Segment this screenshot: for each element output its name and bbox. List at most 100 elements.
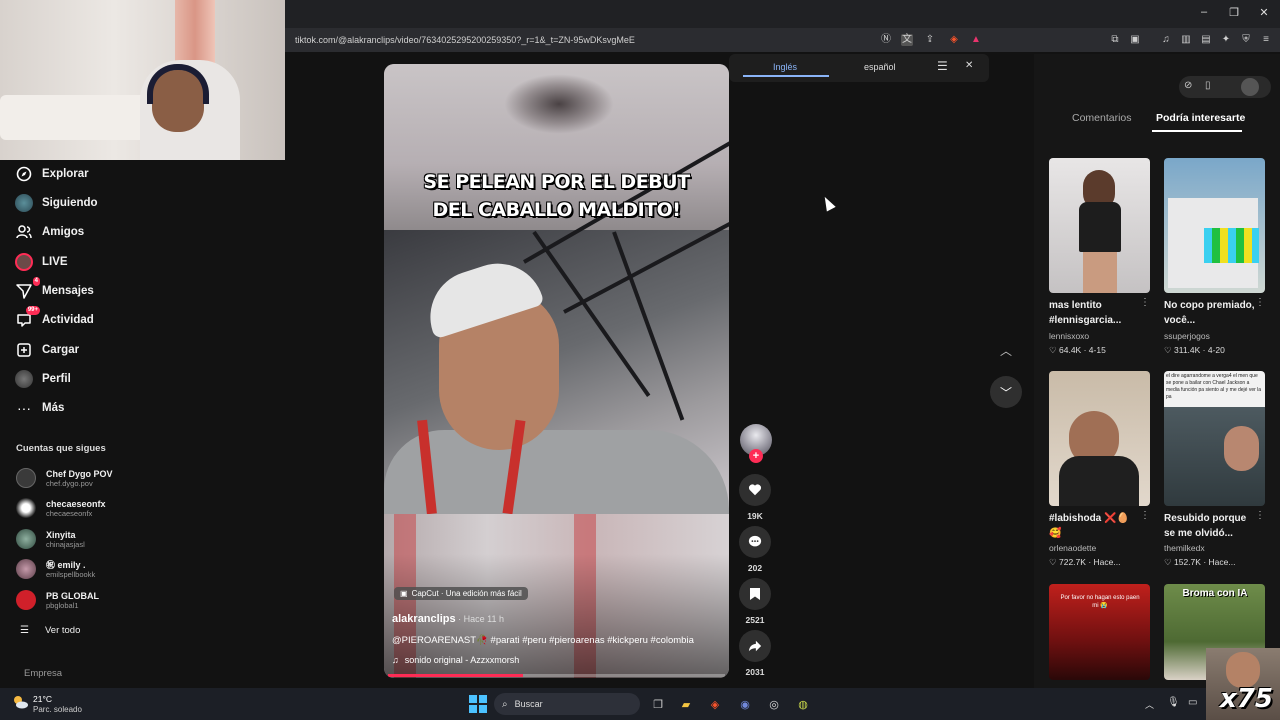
share-icon[interactable]: ⇪ (924, 34, 936, 46)
sidebar-item-label: Explorar (42, 168, 89, 180)
more-options-icon[interactable]: ⋮ (1140, 297, 1150, 308)
account-handle: chinajasjasl (46, 539, 85, 549)
sidebar-toggle-icon[interactable]: ▥ (1180, 34, 1192, 46)
recommendation-thumbnail[interactable]: el dire agarrandome a verga4 el men que … (1164, 371, 1265, 506)
followed-account[interactable]: ㊗ emily . emilspellbookk (16, 559, 95, 579)
sidebar-item-explorar[interactable]: Explorar (14, 163, 89, 185)
footer-empresa-link[interactable]: Empresa (24, 668, 62, 679)
tab-podria-interesarte[interactable]: Podría interesarte (1156, 112, 1245, 124)
sidebar-item-mas[interactable]: ··· Más (14, 397, 64, 419)
video-frame (384, 130, 729, 520)
weather-icon[interactable] (10, 692, 30, 712)
close-icon[interactable]: ✕ (965, 60, 973, 71)
share-action[interactable]: 2031 (739, 630, 771, 677)
comment-icon[interactable] (739, 526, 771, 558)
messages-icon: 4 (14, 277, 40, 301)
wallet-icon[interactable]: ▤ (1200, 34, 1212, 46)
minimize-icon[interactable]: – (1196, 6, 1212, 18)
rewards-icon[interactable]: ▲ (970, 34, 982, 46)
music-link[interactable]: ♫ sonido original - Azzxxmorsh (392, 655, 519, 665)
video-player[interactable]: SE PELEAN POR EL DEBUT DEL CABALLO MALDI… (384, 64, 729, 678)
heart-icon[interactable] (739, 474, 771, 506)
recommendation-user[interactable]: orlenaodette (1049, 543, 1096, 553)
weather-description: Parc. soleado (33, 705, 82, 714)
video-progress-fill (388, 674, 523, 677)
recommendation-title[interactable]: No copo premiado, você... (1164, 298, 1259, 328)
recommendation-thumbnail[interactable] (1049, 371, 1150, 506)
sidebar-item-amigos[interactable]: Amigos (14, 221, 84, 243)
sidebar-item-label: Siguiendo (42, 197, 98, 209)
sidebar-item-live[interactable]: LIVE (14, 251, 68, 273)
account-name: ㊗ emily . (46, 559, 86, 570)
maximize-icon[interactable]: ❐ (1226, 6, 1242, 19)
reader-icon[interactable]: Ⓝ (880, 34, 892, 46)
sidebar-item-actividad[interactable]: 99+ Actividad (14, 306, 94, 331)
video-progress-bar[interactable] (388, 674, 725, 677)
share-arrow-icon[interactable] (739, 630, 771, 662)
more-options-icon[interactable]: ⋮ (1140, 510, 1150, 521)
discord-icon[interactable]: ◉ (735, 694, 755, 714)
sidebar-item-siguiendo[interactable]: Siguiendo (14, 192, 98, 214)
sidebar-item-perfil[interactable]: Perfil (14, 368, 71, 390)
app-icon[interactable]: ◍ (793, 694, 813, 714)
sidebar-item-mensajes[interactable]: 4 Mensajes (14, 277, 94, 302)
like-action[interactable]: 19K (739, 474, 771, 521)
extensions-icon[interactable]: ⧉ (1109, 34, 1121, 46)
file-explorer-icon[interactable]: ▰ (676, 694, 696, 714)
close-icon[interactable]: ✕ (1256, 6, 1272, 19)
active-tab-indicator (743, 75, 829, 77)
recommendation-user[interactable]: ssuperjogos (1164, 331, 1210, 341)
recommendation-title[interactable]: mas lentito #lennisgarcia... (1049, 298, 1144, 328)
device-icon[interactable]: ▯ (1205, 80, 1211, 91)
recommendation-thumbnail[interactable]: Por favor no hagan esto paen mi 😭 (1049, 584, 1150, 680)
followed-account[interactable]: Xinyita chinajasjasl (16, 529, 85, 549)
bookmark-star-icon[interactable]: ✦ (1220, 34, 1232, 46)
tray-chevron-icon[interactable]: ︿ (1145, 698, 1154, 711)
menu-icon[interactable]: ≡ (1260, 34, 1272, 46)
comment-action[interactable]: 202 (739, 526, 771, 573)
source-language-tab[interactable]: Inglés (773, 62, 797, 72)
followed-account[interactable]: Chef Dygo POV chef.dygo.pov (16, 468, 113, 488)
network-icon[interactable]: ▭ (1188, 697, 1197, 708)
recommendation-title[interactable]: Resubido porque se me olvidó... (1164, 511, 1259, 541)
bookmark-icon[interactable] (739, 578, 771, 610)
vpn-icon[interactable]: ⛨ (1240, 34, 1252, 46)
video-author[interactable]: alakranclips · Hace 11 h (392, 613, 504, 625)
compass-icon (14, 164, 34, 184)
more-options-icon[interactable]: ⋮ (1255, 297, 1265, 308)
more-options-icon[interactable]: ⋮ (1255, 510, 1265, 521)
tab-comentarios[interactable]: Comentarios (1072, 112, 1132, 124)
previous-video-button[interactable]: ︿ (990, 334, 1022, 366)
target-language-tab[interactable]: español (864, 62, 896, 72)
see-all-link[interactable]: ☰ Ver todo (20, 625, 80, 636)
task-view-icon[interactable]: ❐ (648, 694, 668, 714)
save-count: 2521 (745, 615, 765, 625)
recommendation-title[interactable]: #labishoda ❌🥚 🥰 (1049, 511, 1144, 541)
windows-start-icon[interactable] (469, 695, 487, 713)
heart-outline-icon: ♡ (1049, 557, 1057, 567)
brave-shield-icon[interactable]: ◈ (948, 34, 960, 46)
recommendation-thumbnail[interactable] (1164, 158, 1265, 293)
avatar[interactable] (1241, 78, 1259, 96)
obs-icon[interactable]: ◎ (764, 694, 784, 714)
followed-account[interactable]: checaeseonfx checaeseonfx (16, 498, 106, 518)
recommendation-thumbnail[interactable] (1049, 158, 1150, 293)
save-action[interactable]: 2521 (739, 578, 771, 625)
brave-browser-icon[interactable]: ◈ (705, 694, 725, 714)
account-name: Xinyita (46, 529, 76, 540)
taskbar-search[interactable]: ⌕ Buscar (494, 693, 640, 715)
next-video-button[interactable]: ﹀ (990, 376, 1022, 408)
follow-plus-icon[interactable]: + (749, 449, 763, 463)
microphone-icon[interactable]: 🎙 (1167, 697, 1180, 708)
followed-account[interactable]: PB GLOBAL pbglobal1 (16, 590, 99, 610)
sidebar-item-cargar[interactable]: Cargar (14, 339, 79, 361)
recommendation-user[interactable]: lennisxoxo (1049, 331, 1089, 341)
translate-menu-icon[interactable]: ☰ (937, 59, 948, 73)
music-icon[interactable]: ♫ (1160, 34, 1172, 46)
translate-icon[interactable]: 文 (901, 34, 913, 46)
recommendation-user[interactable]: themilkedx (1164, 543, 1205, 553)
screenshot-icon[interactable]: ▣ (1129, 34, 1141, 46)
pip-icon[interactable]: ⊘ (1184, 80, 1192, 91)
capcut-badge[interactable]: ▣ CapCut · Una edición más fácil (394, 587, 528, 600)
account-handle: checaeseonfx (46, 508, 93, 518)
